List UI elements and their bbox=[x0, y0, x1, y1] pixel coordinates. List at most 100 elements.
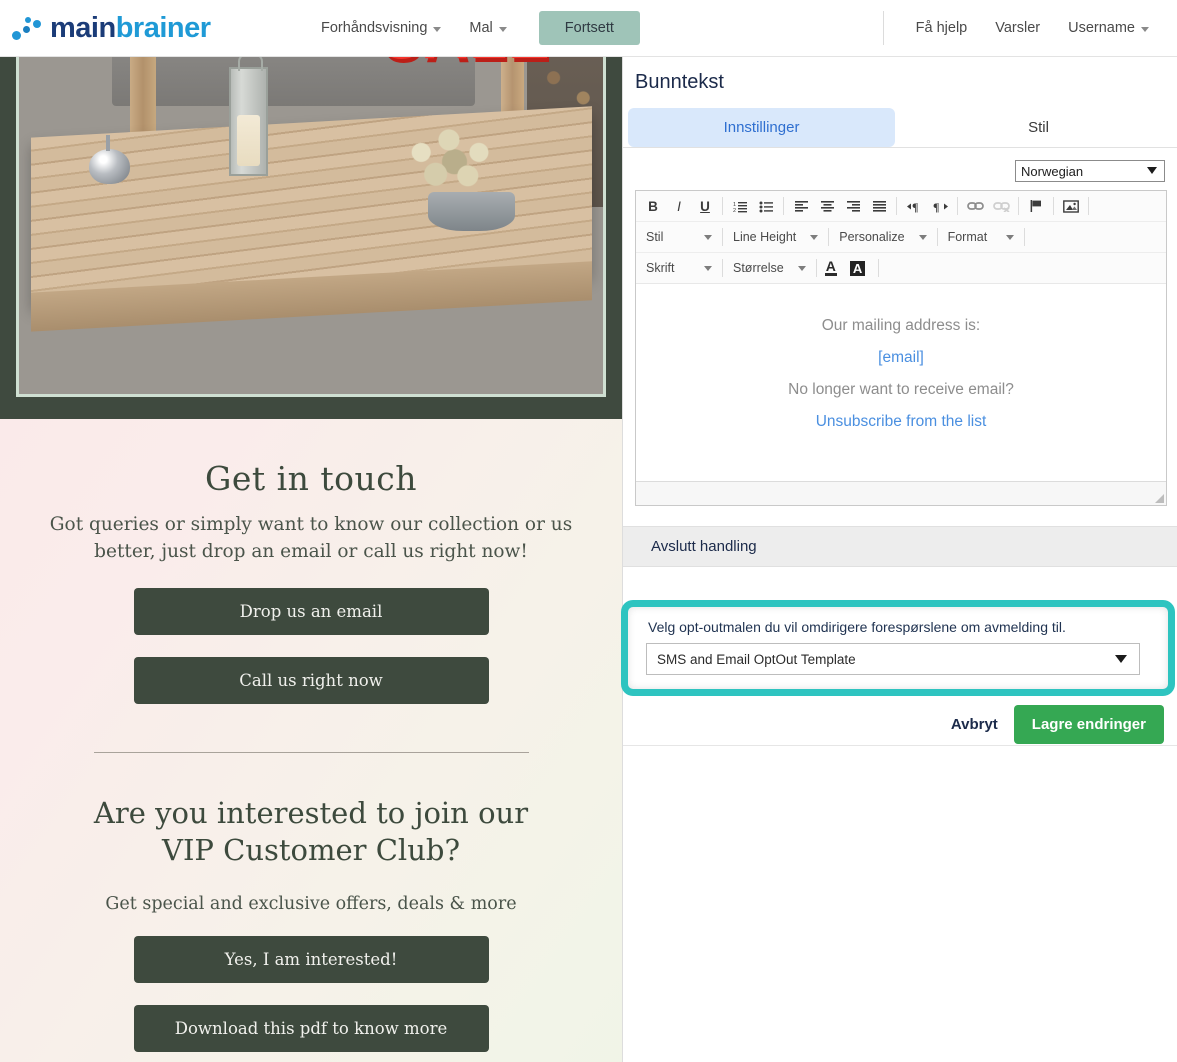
tab-stil-label: Stil bbox=[1028, 119, 1049, 136]
toolbar-divider bbox=[937, 228, 938, 246]
nav-item-get-help-label: Få hjelp bbox=[916, 20, 968, 36]
email-button-download-pdf[interactable]: Download this pdf to know more bbox=[134, 1005, 489, 1052]
mainbrainer-logo[interactable]: mainbrainer bbox=[12, 12, 262, 45]
photo-wood-post-left bbox=[130, 57, 156, 137]
editor-resize-handle[interactable] bbox=[1155, 494, 1164, 503]
unordered-list-icon[interactable] bbox=[754, 196, 778, 216]
rich-text-editor[interactable]: B I U 12 ¶ bbox=[635, 190, 1167, 506]
editor-line-unsubscribe-link[interactable]: Unsubscribe from the list bbox=[636, 406, 1166, 438]
save-changes-button[interactable]: Lagre endringer bbox=[1014, 705, 1164, 744]
logo-text-main: main bbox=[50, 12, 116, 44]
email-heading-get-in-touch: Get in touch bbox=[0, 419, 622, 498]
toolbar-divider bbox=[1024, 228, 1025, 246]
email-subtext-vip-club: Get special and exclusive offers, deals … bbox=[0, 870, 622, 914]
language-select[interactable]: Norwegian bbox=[1015, 160, 1165, 182]
photo-sale-sign: SALE bbox=[381, 57, 550, 77]
font-color-button[interactable]: A bbox=[821, 258, 846, 278]
dropdown-personalize-label: Personalize bbox=[839, 230, 904, 244]
svg-text:¶: ¶ bbox=[912, 200, 918, 213]
cancel-button[interactable]: Avbryt bbox=[951, 716, 998, 733]
editor-toolbar-row-3: Skrift Størrelse A A bbox=[636, 252, 1166, 283]
chevron-down-icon bbox=[798, 266, 806, 271]
nav-item-forhandsvisning[interactable]: Forhåndsvisning bbox=[307, 12, 455, 44]
image-icon[interactable] bbox=[1059, 196, 1083, 216]
editor-line-email-link[interactable]: [email] bbox=[636, 342, 1166, 374]
dropdown-line-height[interactable]: Line Height bbox=[727, 226, 824, 248]
email-section-vip-club[interactable]: Are you interested to join our VIP Custo… bbox=[0, 753, 622, 1052]
fortsett-button[interactable]: Fortsett bbox=[539, 11, 640, 45]
nav-item-notifications[interactable]: Varsler bbox=[981, 12, 1054, 44]
logo-dots-icon bbox=[12, 15, 46, 41]
optout-template-select[interactable]: SMS and Email OptOut Template bbox=[646, 643, 1140, 675]
language-select-wrapper[interactable]: Norwegian bbox=[1015, 160, 1165, 182]
tab-innstillinger[interactable]: Innstillinger bbox=[628, 108, 895, 147]
dropdown-storrelse[interactable]: Størrelse bbox=[727, 257, 812, 279]
font-color-icon: A bbox=[825, 260, 837, 276]
editor-toolbar-row-1: B I U 12 ¶ bbox=[636, 191, 1166, 221]
background-color-icon: A bbox=[850, 261, 865, 276]
nav-right-group: Få hjelp Varsler Username bbox=[883, 11, 1177, 45]
chevron-down-icon bbox=[499, 27, 507, 32]
chevron-down-icon bbox=[919, 235, 927, 240]
dropdown-skrift[interactable]: Skrift bbox=[640, 257, 718, 279]
nav-item-get-help[interactable]: Få hjelp bbox=[902, 12, 982, 44]
email-footer-block[interactable]: Our mailing address is: [email] No longe… bbox=[0, 1052, 622, 1062]
toolbar-divider bbox=[722, 259, 723, 277]
nav-item-username[interactable]: Username bbox=[1054, 12, 1163, 44]
background-color-button[interactable]: A bbox=[846, 259, 874, 278]
email-button-yes-interested[interactable]: Yes, I am interested! bbox=[134, 936, 489, 983]
dropdown-stil[interactable]: Stil bbox=[640, 226, 718, 248]
italic-icon[interactable]: I bbox=[667, 196, 691, 216]
dropdown-line-height-label: Line Height bbox=[733, 230, 796, 244]
photo-silver-pot bbox=[89, 149, 130, 184]
email-heading-vip-club-line1: Are you interested to join our bbox=[0, 795, 622, 833]
dropdown-personalize[interactable]: Personalize bbox=[833, 226, 932, 248]
toolbar-divider bbox=[828, 228, 829, 246]
chevron-down-icon bbox=[1141, 27, 1149, 32]
underline-icon[interactable]: U bbox=[693, 196, 717, 216]
editor-line-no-longer: No longer want to receive email? bbox=[636, 374, 1166, 406]
flag-icon[interactable] bbox=[1024, 196, 1048, 216]
panel-header: Bunntekst bbox=[623, 57, 1177, 94]
tab-innstillinger-label: Innstillinger bbox=[724, 119, 800, 136]
dropdown-format[interactable]: Format bbox=[942, 226, 1020, 248]
link-icon[interactable] bbox=[963, 196, 987, 216]
align-center-icon[interactable] bbox=[815, 196, 839, 216]
toolbar-divider bbox=[783, 197, 784, 215]
toolbar-divider bbox=[896, 197, 897, 215]
bold-icon[interactable]: B bbox=[641, 196, 665, 216]
editor-status-bar bbox=[636, 481, 1166, 505]
paragraph-rtl-icon[interactable]: ¶ bbox=[902, 196, 926, 216]
nav-divider bbox=[883, 11, 884, 45]
editor-toolbar-row-2: Stil Line Height Personalize Format bbox=[636, 221, 1166, 252]
align-justify-icon[interactable] bbox=[867, 196, 891, 216]
optout-template-highlight-box: Velg opt-outmalen du vil omdirigere fore… bbox=[621, 600, 1175, 696]
chevron-down-icon bbox=[1115, 655, 1127, 663]
email-section-get-in-touch[interactable]: Get in touch Got queries or simply want … bbox=[0, 419, 622, 704]
toolbar-divider bbox=[1053, 197, 1054, 215]
language-select-row: Norwegian bbox=[623, 148, 1177, 182]
chevron-down-icon bbox=[433, 27, 441, 32]
tab-stil[interactable]: Stil bbox=[905, 108, 1172, 147]
email-heading-vip-club-line2: VIP Customer Club? bbox=[0, 832, 622, 870]
email-button-drop-us-an-email[interactable]: Drop us an email bbox=[134, 588, 489, 635]
align-right-icon[interactable] bbox=[841, 196, 865, 216]
logo-wordmark: mainbrainer bbox=[50, 12, 211, 45]
email-preview-pane[interactable]: SALE Get in touch Got queries or simply … bbox=[0, 57, 622, 1062]
unlink-icon bbox=[989, 196, 1013, 216]
email-hero-image-block[interactable]: SALE bbox=[0, 57, 622, 419]
hero-photo: SALE bbox=[16, 57, 606, 397]
footer-settings-panel: Bunntekst Innstillinger Stil Norwegian B… bbox=[622, 57, 1177, 1062]
chevron-down-icon bbox=[704, 235, 712, 240]
ordered-list-icon[interactable]: 12 bbox=[728, 196, 752, 216]
paragraph-ltr-icon[interactable]: ¶ bbox=[928, 196, 952, 216]
toolbar-divider bbox=[878, 259, 879, 277]
align-left-icon[interactable] bbox=[789, 196, 813, 216]
nav-item-mal[interactable]: Mal bbox=[455, 12, 520, 44]
page-title: Bunntekst bbox=[635, 71, 1177, 94]
email-preview-canvas: SALE Get in touch Got queries or simply … bbox=[0, 57, 622, 1062]
dropdown-format-label: Format bbox=[948, 230, 988, 244]
email-button-call-us-right-now[interactable]: Call us right now bbox=[134, 657, 489, 704]
editor-content-area[interactable]: Our mailing address is: [email] No longe… bbox=[636, 283, 1166, 481]
toolbar-divider bbox=[722, 197, 723, 215]
